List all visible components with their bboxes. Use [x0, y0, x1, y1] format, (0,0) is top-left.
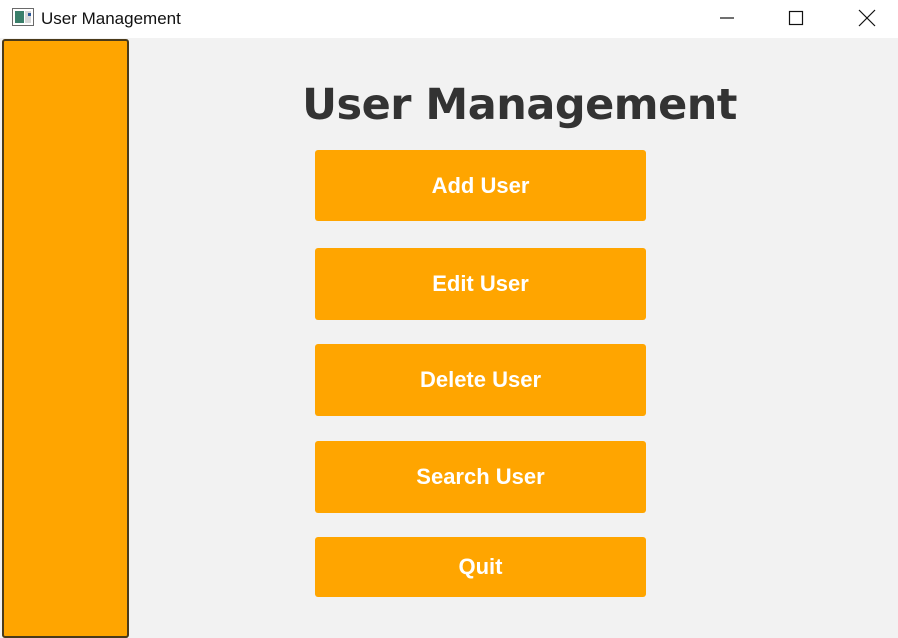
title-bar: User Management	[0, 0, 898, 38]
maximize-button[interactable]	[766, 0, 826, 36]
window-title: User Management	[41, 9, 181, 28]
delete-user-button[interactable]: Delete User	[315, 344, 646, 416]
maximize-icon	[788, 10, 804, 26]
page-title: User Management	[302, 80, 737, 130]
main-content: User Management Add User Edit User Delet…	[131, 38, 898, 638]
search-user-button[interactable]: Search User	[315, 441, 646, 513]
quit-button[interactable]: Quit	[315, 537, 646, 597]
add-user-button[interactable]: Add User	[315, 150, 646, 221]
close-icon	[858, 9, 876, 27]
minimize-icon	[720, 17, 734, 19]
edit-user-button[interactable]: Edit User	[315, 248, 646, 320]
minimize-button[interactable]	[697, 0, 757, 36]
sidebar	[2, 39, 129, 638]
close-button[interactable]	[837, 0, 897, 36]
app-window-icon[interactable]	[12, 8, 34, 26]
